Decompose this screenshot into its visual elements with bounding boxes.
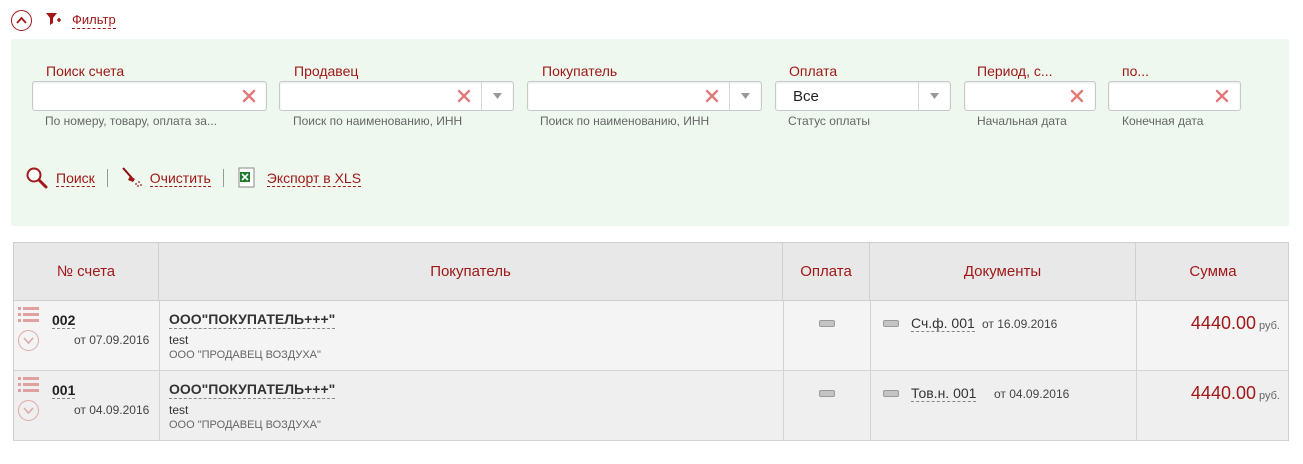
expand-down-icon[interactable]	[18, 400, 39, 421]
col-header-sum[interactable]: Сумма	[1136, 243, 1290, 300]
currency: руб.	[1259, 390, 1280, 402]
clear-x-icon[interactable]	[1215, 89, 1229, 103]
invoices-table: № счета Покупатель Оплата Документы Сумм…	[13, 242, 1289, 441]
invoice-search-hint: По номеру, товару, оплата за...	[45, 114, 217, 128]
funnel-icon	[46, 13, 61, 25]
list-icon[interactable]	[18, 377, 40, 395]
period-to-label: по...	[1122, 63, 1150, 79]
document-link[interactable]: Тов.н. 001	[911, 385, 977, 402]
clear-x-icon[interactable]	[242, 89, 256, 103]
buyer-label: Покупатель	[542, 63, 618, 79]
buyer-input[interactable]	[527, 81, 762, 111]
period-to-hint: Конечная дата	[1122, 114, 1204, 128]
search-action[interactable]: Поиск	[25, 166, 95, 190]
clear-x-icon[interactable]	[705, 89, 719, 103]
table-header: № счета Покупатель Оплата Документы Сумм…	[14, 243, 1288, 301]
period-from-input[interactable]	[964, 81, 1096, 111]
payment-status-indicator	[819, 320, 835, 327]
invoice-note: test	[169, 403, 189, 417]
seller-name: ООО "ПРОДАВЕЦ ВОЗДУХА"	[169, 349, 321, 361]
clear-x-icon[interactable]	[1070, 89, 1084, 103]
clear-link[interactable]: Очистить	[149, 170, 211, 187]
col-header-documents[interactable]: Документы	[870, 243, 1136, 300]
period-from-label: Период, с...	[977, 63, 1053, 79]
export-action[interactable]: Экспорт в XLS	[236, 167, 362, 189]
divider	[222, 169, 224, 187]
dropdown-arrow-icon[interactable]	[481, 82, 513, 110]
currency: руб.	[1259, 320, 1280, 332]
payment-select[interactable]: Все	[775, 81, 951, 111]
col-header-payment[interactable]: Оплата	[783, 243, 870, 300]
collapse-up-icon[interactable]	[11, 9, 32, 31]
search-link[interactable]: Поиск	[56, 170, 95, 187]
excel-icon	[238, 167, 255, 188]
filter-panel: Поиск счета По номеру, товару, оплата за…	[11, 39, 1289, 226]
document-status-indicator	[883, 320, 899, 327]
broom-icon	[122, 167, 142, 187]
expand-down-icon[interactable]	[18, 330, 39, 351]
invoice-note: test	[169, 333, 189, 347]
payment-label: Оплата	[789, 63, 838, 79]
invoice-date: от 07.09.2016	[74, 333, 150, 347]
document-date: от 16.09.2016	[982, 317, 1058, 331]
invoice-search-input[interactable]	[32, 81, 267, 111]
invoice-date: от 04.09.2016	[74, 403, 150, 417]
table-row[interactable]: 001 от 04.09.2016 ООО"ПОКУПАТЕЛЬ+++" tes…	[14, 371, 1288, 441]
invoice-sum: 4440.00	[1190, 313, 1256, 333]
invoice-search-label: Поиск счета	[46, 63, 125, 79]
invoice-sum: 4440.00	[1190, 383, 1256, 403]
filter-toggle[interactable]: Фильтр	[11, 9, 116, 31]
table-row[interactable]: 002 от 07.09.2016 ООО"ПОКУПАТЕЛЬ+++" tes…	[14, 301, 1288, 371]
col-header-number[interactable]: № счета	[14, 243, 159, 300]
document-date: от 04.09.2016	[994, 387, 1070, 401]
seller-label: Продавец	[294, 63, 359, 79]
list-icon[interactable]	[18, 307, 40, 325]
payment-status-indicator	[819, 390, 835, 397]
payment-value: Все	[793, 88, 819, 105]
magnifier-icon	[26, 167, 48, 189]
dropdown-arrow-icon[interactable]	[918, 82, 950, 110]
filter-actions: Поиск Очистить Экспорт в XLS	[25, 165, 362, 191]
invoice-number[interactable]: 001	[52, 382, 76, 399]
seller-input[interactable]	[279, 81, 514, 111]
dropdown-arrow-icon[interactable]	[729, 82, 761, 110]
buyer-name[interactable]: ООО"ПОКУПАТЕЛЬ+++"	[169, 311, 336, 329]
clear-action[interactable]: Очистить	[120, 166, 211, 190]
seller-hint: Поиск по наименованию, ИНН	[293, 114, 463, 128]
col-header-buyer[interactable]: Покупатель	[159, 243, 783, 300]
document-link[interactable]: Сч.ф. 001	[911, 315, 975, 332]
buyer-name[interactable]: ООО"ПОКУПАТЕЛЬ+++"	[169, 381, 336, 399]
period-to-input[interactable]	[1108, 81, 1241, 111]
document-status-indicator	[883, 390, 899, 397]
seller-name: ООО "ПРОДАВЕЦ ВОЗДУХА"	[169, 419, 321, 431]
export-link[interactable]: Экспорт в XLS	[266, 170, 362, 187]
filter-link[interactable]: Фильтр	[72, 12, 116, 29]
payment-hint: Статус оплаты	[788, 114, 870, 128]
clear-x-icon[interactable]	[457, 89, 471, 103]
invoice-number[interactable]: 002	[52, 312, 76, 329]
buyer-hint: Поиск по наименованию, ИНН	[540, 114, 710, 128]
period-from-hint: Начальная дата	[977, 114, 1067, 128]
divider	[106, 169, 108, 187]
